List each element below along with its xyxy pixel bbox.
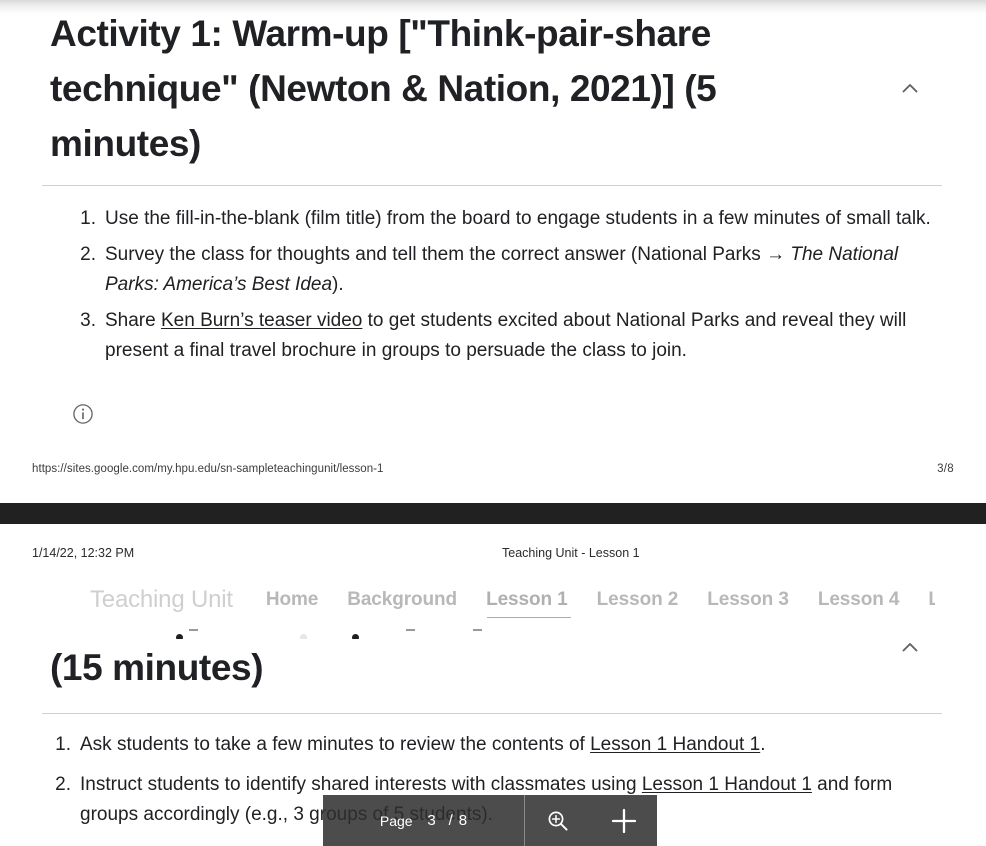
nav-item-lesson-2[interactable]: Lesson 2 (597, 589, 679, 611)
footer-page-number: 3/8 (937, 463, 954, 475)
text-run: Share (105, 310, 161, 331)
list-item-text: Use the fill-in-the-blank (film title) f… (105, 204, 938, 234)
page-separator (0, 503, 986, 524)
current-page-input[interactable]: 3 (421, 812, 443, 829)
list-marker: 1. (55, 734, 71, 755)
info-circle-icon[interactable] (72, 403, 94, 425)
pdf-page-upper: Activity 1: Warm-up ["Think-pair-share t… (0, 0, 986, 503)
list-item: 1. Use the fill-in-the-blank (film title)… (78, 204, 938, 234)
nav-item-home[interactable]: Home (266, 589, 318, 611)
nav-item-lesson-3[interactable]: Lesson 3 (707, 589, 789, 611)
chevron-up-icon[interactable] (893, 631, 927, 665)
magnifier-plus-icon[interactable] (525, 795, 591, 846)
nav-item-lesson-1[interactable]: Lesson 1 (486, 589, 571, 618)
nav-item-background[interactable]: Background (347, 589, 457, 611)
clipped-text-artifacts (0, 625, 986, 639)
activity-heading: Activity 1: Warm-up ["Think-pair-share t… (50, 13, 727, 164)
nav-item-lesson-4[interactable]: Lesson 4 (818, 589, 900, 611)
site-brand[interactable]: Teaching Unit (90, 586, 233, 614)
print-header: 1/14/22, 12:32 PM Teaching Unit - Lesson… (32, 546, 954, 560)
page-footer-upper: https://sites.google.com/my.hpu.edu/sn-s… (32, 463, 954, 475)
text-run: Ask students to take a few minutes to re… (80, 734, 591, 755)
pdf-viewer: Activity 1: Warm-up ["Think-pair-share t… (0, 0, 986, 846)
nav-item-l[interactable]: L (928, 589, 935, 611)
print-header-title: Teaching Unit - Lesson 1 (502, 546, 640, 560)
site-navigation: Teaching Unit Home Background Lesson 1 Less… (90, 582, 986, 618)
list-marker: 1. (80, 208, 96, 229)
list-item-text: Survey the class for thoughts and tell t… (105, 240, 938, 300)
minutes-heading: (15 minutes) (50, 647, 264, 688)
text-run: ). (332, 274, 344, 295)
total-pages: 8 (458, 812, 468, 829)
list-item: 1. Ask students to take a few minutes to … (52, 730, 942, 760)
inline-link[interactable]: Ken Burn’s teaser video (161, 310, 362, 331)
list-item: 2. Survey the class for thoughts and tell… (78, 240, 938, 300)
list-marker: 2. (55, 774, 71, 795)
section-divider (42, 713, 942, 714)
print-header-date: 1/14/22, 12:32 PM (32, 546, 135, 560)
inline-link[interactable]: Lesson 1 Handout 1 (642, 774, 812, 795)
text-run: Instruct students to identify shared int… (80, 774, 642, 795)
list-item-text: Share Ken Burn’s teaser video to get stu… (105, 306, 938, 366)
plus-icon[interactable] (591, 795, 657, 846)
pdf-viewer-toolbar: Page 3 / 8 (323, 795, 657, 846)
list-marker: 3. (80, 310, 96, 331)
chevron-up-icon[interactable] (893, 72, 927, 106)
list-item: 3. Share Ken Burn’s teaser video to get s… (78, 306, 938, 366)
page-label: Page (379, 812, 413, 829)
text-run: . (760, 734, 766, 755)
text-run: Survey the class for thoughts and tell t… (105, 244, 791, 265)
footer-source-url: https://sites.google.com/my.hpu.edu/sn-s… (32, 463, 384, 475)
list-item-text: Ask students to take a few minutes to re… (80, 730, 942, 760)
inline-link[interactable]: Lesson 1 Handout 1 (590, 734, 760, 755)
activity-step-list: 1. Use the fill-in-the-blank (film title)… (78, 204, 938, 372)
text-run: Use the fill-in-the-blank (film title) f… (105, 208, 931, 229)
list-marker: 2. (80, 244, 96, 265)
page-indicator-group: Page 3 / 8 (323, 795, 524, 846)
section-divider (42, 185, 942, 186)
page-separator-slash: / (448, 812, 453, 829)
